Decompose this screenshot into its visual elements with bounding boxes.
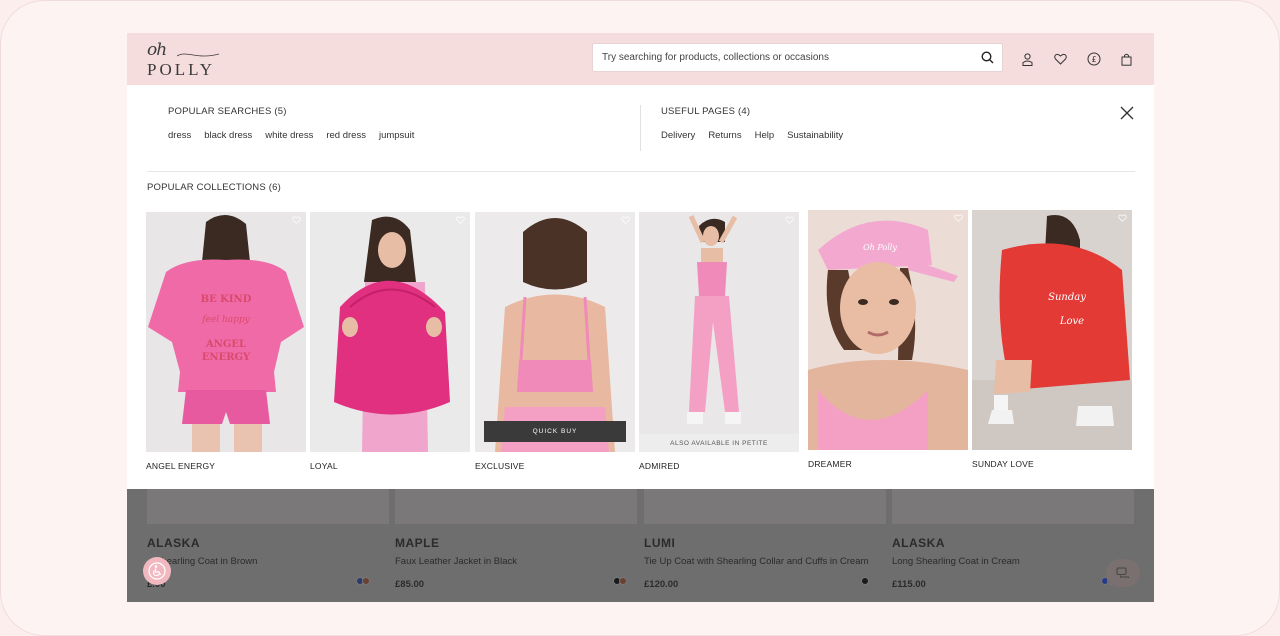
collection-label[interactable]: SUNDAY LOVE xyxy=(972,459,1034,469)
svg-text:Sunday: Sunday xyxy=(1048,292,1086,303)
accessibility-button[interactable] xyxy=(143,557,171,585)
product-price: £85.00 xyxy=(395,579,425,590)
search-suggestion[interactable]: jumpsuit xyxy=(379,130,414,141)
pound-icon[interactable]: £ xyxy=(1077,50,1110,68)
svg-text:Love: Love xyxy=(1059,316,1084,327)
brand-logo[interactable]: oh POLLY xyxy=(147,40,219,79)
product-description: Faux Leather Jacket in Black xyxy=(395,556,517,567)
collection-label[interactable]: EXCLUSIVE xyxy=(475,461,525,471)
useful-page-link[interactable]: Help xyxy=(755,130,775,141)
product-name: LUMI xyxy=(644,536,676,550)
product-name: MAPLE xyxy=(395,536,440,550)
product-image xyxy=(892,489,1134,524)
useful-pages-title: USEFUL PAGES (4) xyxy=(661,106,751,117)
color-swatches[interactable] xyxy=(356,577,370,585)
search-icon[interactable] xyxy=(972,43,1002,72)
search-suggestion[interactable]: dress xyxy=(168,130,191,141)
heart-icon[interactable] xyxy=(1118,214,1127,222)
chat-icon xyxy=(1116,567,1130,579)
collection-image[interactable] xyxy=(310,212,470,452)
search-dropdown: POPULAR SEARCHES (5) dress black dress w… xyxy=(127,85,1154,489)
useful-page-link[interactable]: Sustainability xyxy=(787,130,843,141)
useful-page-link[interactable]: Delivery xyxy=(661,130,695,141)
browser-window: oh POLLY £ POPULAR xyxy=(127,33,1154,602)
popular-collections-title: POPULAR COLLECTIONS (6) xyxy=(147,182,281,193)
product-price: £120.00 xyxy=(644,579,679,590)
product-image xyxy=(147,489,389,524)
color-swatches[interactable] xyxy=(861,577,869,585)
user-icon[interactable] xyxy=(1011,50,1044,68)
useful-page-link[interactable]: Returns xyxy=(708,130,741,141)
collection-image[interactable]: BE KIND feel happy ANGEL ENERGY xyxy=(146,212,306,452)
collection-image[interactable]: Oh Polly xyxy=(808,210,968,450)
product-name: ALASKA xyxy=(892,536,945,550)
collection-label[interactable]: ADMIRED xyxy=(639,461,680,471)
product-card[interactable]: MAPLE Faux Leather Jacket in Black £85.0… xyxy=(395,536,517,590)
heart-icon[interactable] xyxy=(456,216,465,224)
svg-text:feel happy: feel happy xyxy=(201,315,250,325)
svg-text:ENERGY: ENERGY xyxy=(202,352,251,363)
close-icon[interactable] xyxy=(1119,105,1135,121)
heart-icon[interactable] xyxy=(1044,50,1077,68)
product-card[interactable]: ALASKA Long Shearling Coat in Cream £115… xyxy=(892,536,1020,590)
search-suggestion[interactable]: white dress xyxy=(265,130,313,141)
collection-label[interactable]: ANGEL ENERGY xyxy=(146,461,215,471)
product-description: Long Shearling Coat in Cream xyxy=(892,556,1020,567)
product-image xyxy=(644,489,886,524)
search-input[interactable] xyxy=(593,44,972,71)
collection-image[interactable] xyxy=(475,212,635,452)
svg-text:ANGEL: ANGEL xyxy=(205,339,246,350)
popular-searches: POPULAR SEARCHES (5) dress black dress w… xyxy=(168,106,414,141)
collection-label[interactable]: DREAMER xyxy=(808,459,852,469)
bag-icon[interactable] xyxy=(1110,50,1143,68)
logo-polly: POLLY xyxy=(147,60,216,79)
accessibility-icon xyxy=(148,562,166,580)
logo-swash xyxy=(177,53,219,57)
useful-pages-list: Delivery Returns Help Sustainability xyxy=(661,130,843,141)
collection-image[interactable]: Sunday Love xyxy=(972,210,1132,450)
svg-text:Oh Polly: Oh Polly xyxy=(863,243,897,252)
product-price: £115.00 xyxy=(892,579,926,590)
search-bar[interactable] xyxy=(592,43,1003,72)
useful-pages: USEFUL PAGES (4) Delivery Returns Help S… xyxy=(661,106,843,141)
header-icons: £ xyxy=(1011,50,1143,68)
search-suggestion[interactable]: black dress xyxy=(204,130,252,141)
svg-text:£: £ xyxy=(1091,55,1096,64)
logo-oh: oh xyxy=(147,40,167,60)
search-suggestion[interactable]: red dress xyxy=(326,130,366,141)
collection-image[interactable] xyxy=(639,212,799,452)
popular-searches-list: dress black dress white dress red dress … xyxy=(168,130,414,141)
heart-icon[interactable] xyxy=(954,214,963,222)
page-overlay-backdrop[interactable]: ALASKA Shearling Coat in Brown £.00 MAPL… xyxy=(127,489,1154,602)
popular-searches-title: POPULAR SEARCHES (5) xyxy=(168,106,287,117)
chat-button[interactable] xyxy=(1106,559,1140,587)
heart-icon[interactable] xyxy=(292,216,301,224)
horizontal-divider xyxy=(147,171,1135,172)
site-header: oh POLLY £ xyxy=(127,33,1154,85)
product-name: ALASKA xyxy=(147,536,200,550)
heart-icon[interactable] xyxy=(621,216,630,224)
product-description: Tie Up Coat with Shearling Collar and Cu… xyxy=(644,556,869,567)
svg-text:BE KIND: BE KIND xyxy=(201,294,252,305)
petite-availability-badge: ALSO AVAILABLE IN PETITE xyxy=(639,434,799,452)
product-image xyxy=(395,489,637,524)
collection-label[interactable]: LOYAL xyxy=(310,461,338,471)
color-swatches[interactable] xyxy=(613,577,627,585)
product-card[interactable]: LUMI Tie Up Coat with Shearling Collar a… xyxy=(644,536,868,590)
quick-buy-button[interactable]: QUICK BUY xyxy=(484,421,626,442)
vertical-divider xyxy=(640,105,641,151)
heart-icon[interactable] xyxy=(785,216,794,224)
